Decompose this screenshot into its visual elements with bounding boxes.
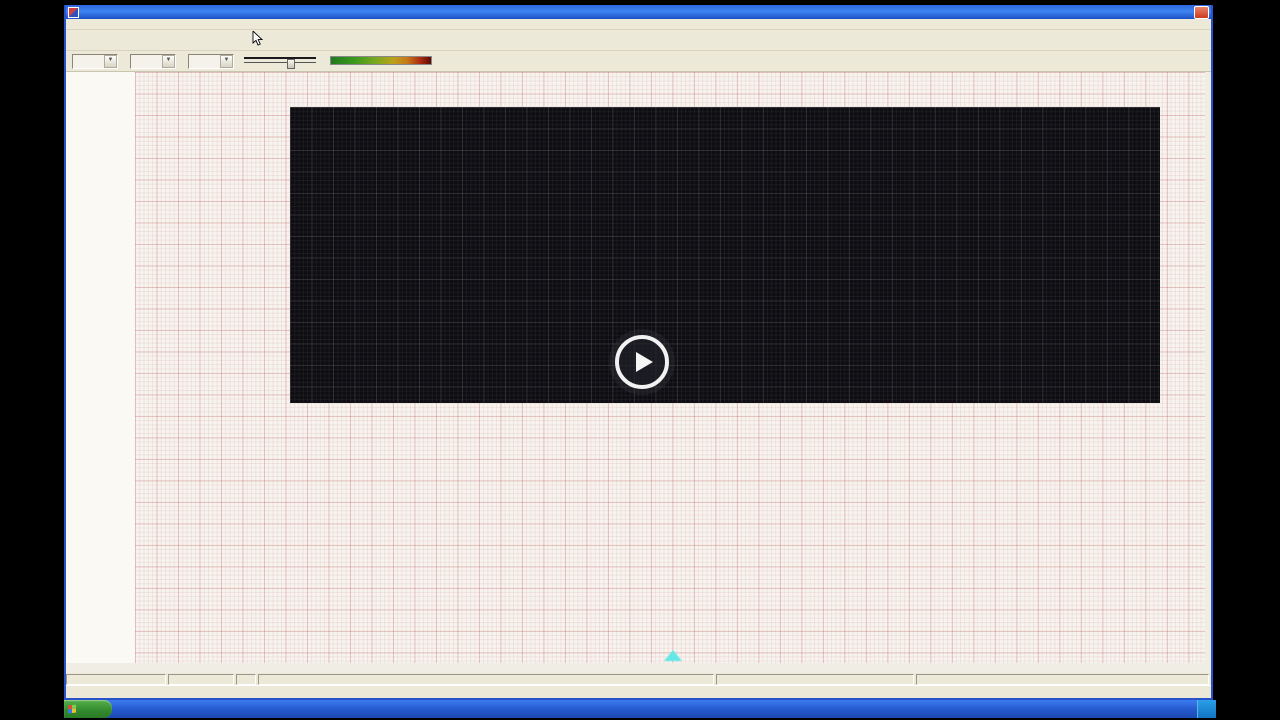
windows-logo-icon: [68, 705, 76, 714]
screen-root: ▼ ▼ ▼: [0, 0, 1280, 720]
chevron-down-icon[interactable]: ▼: [162, 55, 175, 68]
level-meter-gradient: [330, 56, 432, 65]
playback-position-marker[interactable]: [664, 650, 682, 661]
status-panel: [168, 674, 234, 685]
status-panel: [258, 674, 714, 685]
status-panel: [66, 686, 331, 697]
status-screen-panel: [66, 674, 166, 685]
close-button[interactable]: [1194, 6, 1209, 19]
slider-track: [244, 62, 316, 63]
channel-select[interactable]: ▼: [72, 54, 118, 69]
status-leadoff-panel: [333, 686, 588, 697]
slider-track: [244, 57, 316, 59]
level-meter: [330, 56, 432, 66]
status-panel: [916, 674, 1209, 685]
status-bar-bottom: [66, 685, 1211, 697]
chevron-down-icon[interactable]: ▼: [104, 55, 117, 68]
channel-label-gutter: [66, 72, 135, 663]
volume-slider[interactable]: [244, 55, 316, 67]
app-icon: [68, 7, 79, 18]
menu-bar: [66, 19, 1211, 30]
windows-taskbar: [64, 700, 1216, 718]
status-ecg-filter-panel: [716, 674, 914, 685]
title-bar: [66, 5, 1211, 19]
play-button-ring: [615, 335, 669, 389]
mouse-cursor: [252, 31, 264, 47]
toolbar-buttons: [66, 30, 1211, 51]
status-bar-top: [66, 673, 1211, 685]
status-panel: [236, 674, 256, 685]
video-play-button[interactable]: [609, 329, 675, 395]
lowcut-filter-select[interactable]: ▼: [130, 54, 176, 69]
status-speed-mode-panel: [652, 686, 1209, 697]
mcgview-window: ▼ ▼ ▼: [64, 5, 1213, 700]
playback-controls-bar: ▼ ▼ ▼: [66, 51, 1211, 72]
play-icon: [636, 352, 653, 372]
start-button[interactable]: [64, 700, 112, 718]
highcut-filter-select[interactable]: ▼: [188, 54, 234, 69]
system-tray: [1197, 700, 1216, 718]
slider-handle[interactable]: [287, 59, 295, 69]
status-panel: [590, 686, 650, 697]
chevron-down-icon[interactable]: ▼: [220, 55, 233, 68]
